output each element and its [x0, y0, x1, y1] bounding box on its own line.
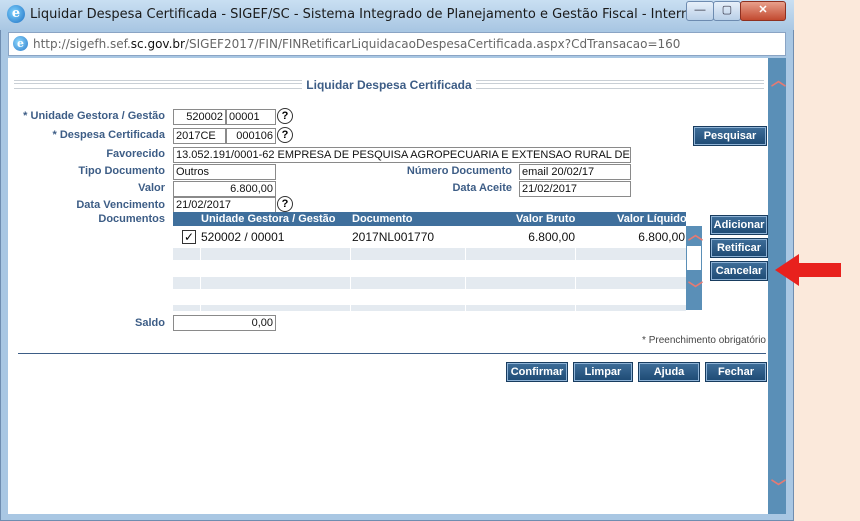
row-checkbox[interactable]: ✓ [182, 230, 196, 244]
help-icon[interactable]: ? [277, 127, 293, 143]
help-icon[interactable]: ? [277, 108, 293, 124]
column-header-documento[interactable]: Documento [352, 212, 413, 226]
label-saldo: Saldo [135, 317, 165, 329]
label-numero-documento: Número Documento [406, 165, 512, 177]
required-footnote: * Preenchimento obrigatório [642, 335, 766, 346]
scroll-up-icon[interactable]: ︿ [771, 73, 786, 88]
documents-grid-header: Unidade Gestora / Gestão Documento Valor… [173, 212, 687, 226]
empty-row [173, 261, 686, 275]
window-title: Liquidar Despesa Certificada - SIGEF/SC … [30, 7, 761, 22]
label-unidade-gestora: * Unidade Gestora / Gestão [23, 110, 165, 122]
column-header-valor-bruto[interactable]: Valor Bruto [516, 212, 575, 226]
grid-scroll-up-icon[interactable]: ︿ [688, 227, 703, 242]
label-favorecido: Favorecido [106, 148, 165, 160]
column-header-valor-liquido[interactable]: Valor Líquido [617, 212, 687, 226]
tipo-documento-input[interactable]: Outros [173, 164, 276, 180]
empty-row [173, 304, 686, 311]
label-despesa-certificada: * Despesa Certificada [52, 129, 165, 141]
close-window-button[interactable]: ✕ [740, 1, 786, 21]
column-header-unidade[interactable]: Unidade Gestora / Gestão [201, 212, 335, 226]
url-prefix: http://sigefh.sef. [33, 37, 131, 51]
internet-explorer-icon: e [7, 5, 25, 23]
favorecido-input[interactable]: 13.052.191/0001-62 EMPRESA DE PESQUISA A… [173, 147, 631, 163]
row-valor-bruto: 6.800,00 [528, 230, 575, 244]
fechar-button[interactable]: Fechar [705, 362, 767, 382]
data-vencimento-input[interactable]: 21/02/2017 [173, 197, 276, 213]
despesa-numero-input[interactable]: 000106 [226, 128, 276, 144]
retificar-button[interactable]: Retificar [710, 238, 768, 258]
label-data-aceite: Data Aceite [452, 182, 512, 194]
label-data-vencimento: Data Vencimento [76, 199, 165, 211]
adicionar-button[interactable]: Adicionar [710, 215, 768, 235]
pesquisar-button[interactable]: Pesquisar [693, 126, 767, 146]
minimize-button[interactable]: — [686, 1, 714, 21]
grid-scroll-down-icon[interactable]: ﹀ [688, 282, 703, 297]
data-aceite-input[interactable]: 21/02/2017 [519, 181, 631, 197]
row-unidade: 520002 / 00001 [201, 230, 285, 244]
address-bar[interactable]: e http://sigefh.sef.sc.gov.br/SIGEF2017/… [8, 32, 786, 56]
table-row[interactable]: ✓ 520002 / 00001 2017NL001770 6.800,00 6… [173, 226, 686, 246]
ajuda-button[interactable]: Ajuda [638, 362, 700, 382]
gestao-input[interactable]: 00001 [226, 109, 276, 125]
url-path: /SIGEF2017/FIN/FINRetificarLiquidacaoDes… [184, 37, 681, 51]
label-documentos: Documentos [98, 213, 165, 225]
cancelar-button[interactable]: Cancelar [710, 261, 768, 281]
valor-input[interactable]: 6.800,00 [173, 181, 276, 197]
label-tipo-documento: Tipo Documento [78, 165, 165, 177]
row-documento: 2017NL001770 [352, 230, 435, 244]
empty-row [173, 276, 686, 289]
scroll-down-icon[interactable]: ﹀ [771, 480, 786, 495]
unidade-gestora-input[interactable]: 520002 [173, 109, 226, 125]
label-valor: Valor [138, 182, 165, 194]
help-icon[interactable]: ? [277, 196, 293, 212]
red-arrow-annotation [775, 254, 841, 286]
url-domain: sc.gov.br [130, 37, 185, 51]
saldo-input[interactable]: 0,00 [173, 315, 276, 331]
confirmar-button[interactable]: Confirmar [506, 362, 568, 382]
page-title: Liquidar Despesa Certificada [14, 78, 764, 92]
grid-scrollbar[interactable]: ︿ ﹀ [686, 226, 703, 310]
empty-row [173, 247, 686, 260]
url-text: http://sigefh.sef.sc.gov.br/SIGEF2017/FI… [33, 37, 680, 51]
despesa-ano-input[interactable]: 2017CE [173, 128, 226, 144]
page-favicon-icon: e [13, 36, 28, 51]
maximize-button[interactable]: ▢ [713, 1, 741, 21]
grid-scroll-thumb[interactable] [687, 246, 701, 270]
numero-documento-input[interactable]: email 20/02/17 [519, 164, 631, 180]
limpar-button[interactable]: Limpar [573, 362, 633, 382]
empty-row [173, 290, 686, 304]
title-bar: e Liquidar Despesa Certificada - SIGEF/S… [0, 0, 794, 30]
divider [18, 353, 766, 354]
row-valor-liquido: 6.800,00 [638, 230, 685, 244]
